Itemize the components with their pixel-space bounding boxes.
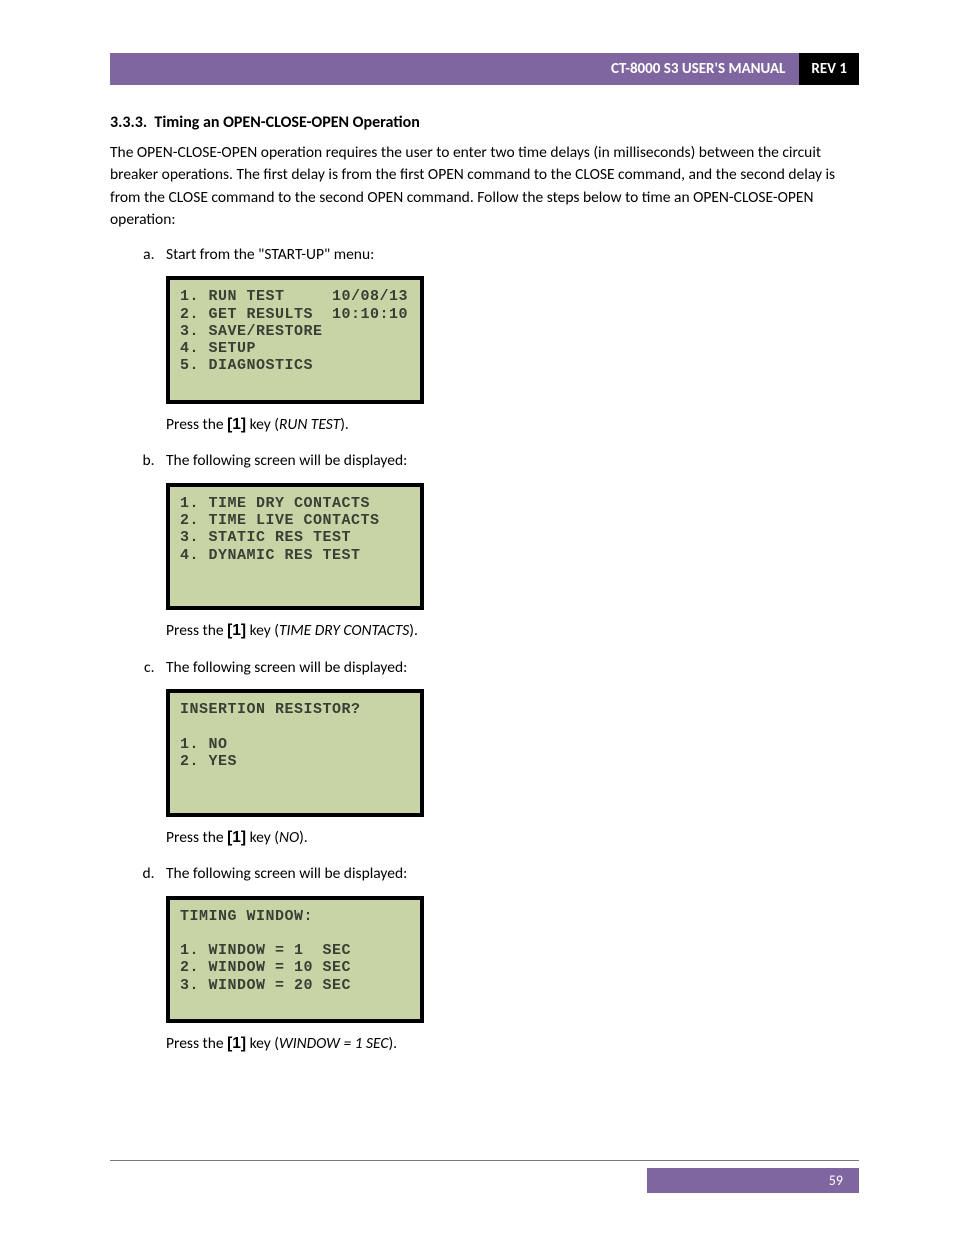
step-a-instruction: Press the [1] key (RUN TEST).: [166, 414, 859, 436]
text: key (: [246, 621, 279, 640]
step-c-instruction: Press the [1] key (NO).: [166, 827, 859, 849]
step-b: The following screen will be displayed: …: [158, 450, 859, 642]
header-accent: [110, 53, 597, 85]
footer-bar: 59: [110, 1168, 859, 1193]
section-heading: 3.3.3. Timing an OPEN-CLOSE-OPEN Operati…: [110, 113, 859, 132]
text: ).: [299, 828, 308, 847]
header-title: CT-8000 S3 USER'S MANUAL: [597, 53, 799, 85]
text: Press the: [166, 1034, 227, 1053]
text: Press the: [166, 415, 227, 434]
text: Press the: [166, 621, 227, 640]
lcd-screen-startup: 1. RUN TEST 10/08/13 2. GET RESULTS 10:1…: [166, 276, 424, 404]
page: CT-8000 S3 USER'S MANUAL REV 1 3.3.3. Ti…: [0, 0, 954, 1235]
step-c-text: The following screen will be displayed:: [166, 658, 407, 677]
step-d-text: The following screen will be displayed:: [166, 864, 407, 883]
section-title-text: Timing an OPEN-CLOSE-OPEN Operation: [154, 113, 419, 132]
option-time-dry-contacts: TIME DRY CONTACTS: [279, 621, 409, 640]
steps-list: Start from the "START-UP" menu: 1. RUN T…: [110, 244, 859, 1056]
text: key (: [246, 415, 279, 434]
header-rev: REV 1: [799, 53, 859, 85]
option-window-1-sec: WINDOW = 1 SEC: [279, 1034, 389, 1053]
step-c: The following screen will be displayed: …: [158, 657, 859, 849]
step-d: The following screen will be displayed: …: [158, 863, 859, 1055]
option-no: NO: [279, 828, 299, 847]
text: ).: [388, 1034, 397, 1053]
text: Press the: [166, 828, 227, 847]
step-d-instruction: Press the [1] key (WINDOW = 1 SEC).: [166, 1033, 859, 1055]
key-1: [1]: [227, 829, 246, 846]
text: ).: [409, 621, 418, 640]
footer: 59: [110, 1160, 859, 1193]
text: ).: [340, 415, 349, 434]
step-a: Start from the "START-UP" menu: 1. RUN T…: [158, 244, 859, 436]
footer-divider: [110, 1160, 859, 1162]
section-number: 3.3.3.: [110, 113, 147, 132]
lcd-screen-timing-window: TIMING WINDOW: 1. WINDOW = 1 SEC 2. WIND…: [166, 896, 424, 1024]
lcd-screen-test-type: 1. TIME DRY CONTACTS 2. TIME LIVE CONTAC…: [166, 483, 424, 611]
step-b-text: The following screen will be displayed:: [166, 451, 407, 470]
option-run-test: RUN TEST: [279, 415, 340, 434]
page-number: 59: [647, 1168, 859, 1193]
intro-paragraph: The OPEN-CLOSE-OPEN operation requires t…: [110, 142, 859, 232]
text: key (: [246, 1034, 279, 1053]
key-1: [1]: [227, 416, 246, 433]
key-1: [1]: [227, 622, 246, 639]
step-a-text: Start from the "START-UP" menu:: [166, 245, 374, 264]
header-bar: CT-8000 S3 USER'S MANUAL REV 1: [110, 53, 859, 85]
lcd-screen-insertion-resistor: INSERTION RESISTOR? 1. NO 2. YES: [166, 689, 424, 817]
text: key (: [246, 828, 279, 847]
step-b-instruction: Press the [1] key (TIME DRY CONTACTS).: [166, 620, 859, 642]
key-1: [1]: [227, 1035, 246, 1052]
